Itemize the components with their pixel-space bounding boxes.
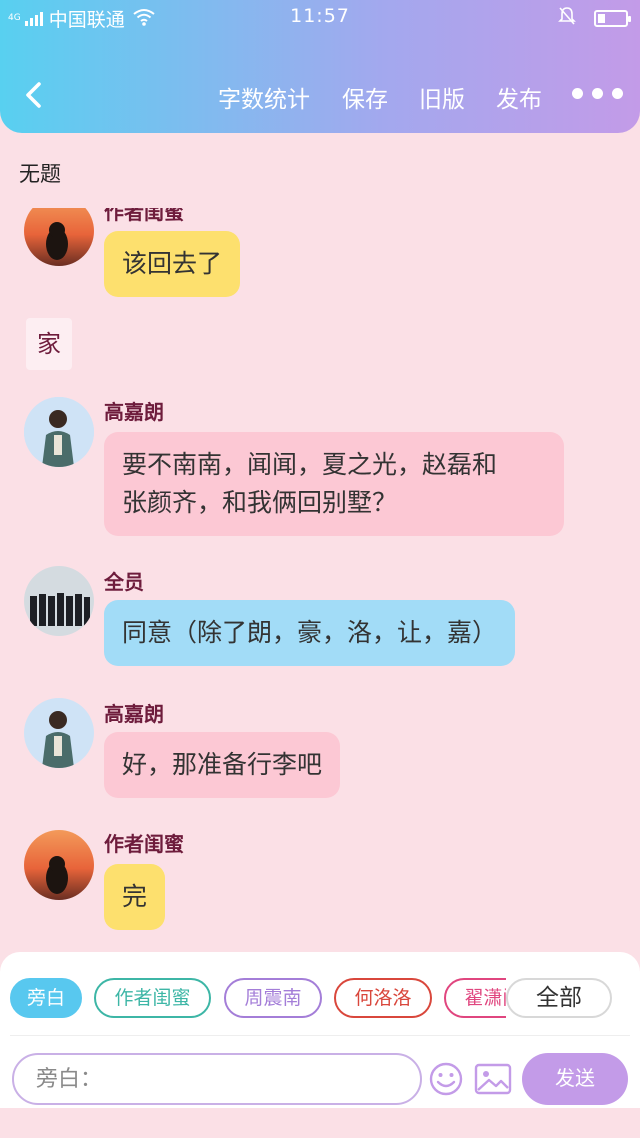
message-bubble: 好，那准备行李吧 [104,732,341,798]
app-header: 4G 中国联通 11:57 字数统计 保存 旧版 发布 [0,0,640,133]
role-chip[interactable]: 周震南 [224,978,322,1018]
word-count-button[interactable]: 字数统计 [218,80,310,114]
avatar-all-members[interactable] [24,566,94,636]
role-chip[interactable]: 何洛洛 [334,978,432,1018]
chevron-left-icon [26,82,41,108]
save-button[interactable]: 保存 [342,80,388,114]
message-bubble: 完 [104,864,166,930]
image-icon[interactable] [474,1063,512,1095]
avatar-gao-jialang[interactable] [24,397,94,467]
page-title: 无题 [19,162,61,186]
status-bar: 4G 中国联通 11:57 [0,0,640,34]
message-line: 要不南南，闻闻，夏之光，赵磊和 [122,450,498,479]
all-roles-button[interactable]: 全部 [506,978,612,1018]
battery-level [598,13,605,23]
role-chip[interactable]: 作者闺蜜 [94,978,211,1018]
avatar-author-friend[interactable] [24,208,94,266]
back-button[interactable] [20,80,46,110]
message-bubble: 同意（除了朗，豪，洛，让，嘉） [104,600,516,666]
composer-panel: 旁白 作者闺蜜 周震南 何洛洛 翟潇闻 全部 发送 [0,952,640,1108]
message-line: 张颜齐，和我俩回别墅？ [122,488,398,517]
role-chip[interactable]: 翟潇闻 [444,978,506,1018]
status-time: 11:57 [290,5,350,27]
message-sender: 作者闺蜜 [104,208,184,224]
battery-icon [594,9,631,27]
old-version-button[interactable]: 旧版 [419,80,465,114]
send-button[interactable]: 发送 [522,1053,628,1105]
message-input[interactable] [12,1053,422,1105]
avatar-gao-jialang[interactable] [24,698,94,768]
publish-button[interactable]: 发布 [496,80,542,114]
avatar-author-friend[interactable] [24,830,94,900]
scene-marker: 家 [26,318,72,370]
message-sender: 高嘉朗 [104,400,164,424]
smiley-icon[interactable] [428,1061,464,1097]
message-sender: 高嘉朗 [104,702,164,726]
role-chip-narrator[interactable]: 旁白 [10,978,82,1018]
message-bubble: 要不南南，闻闻，夏之光，赵磊和 张颜齐，和我俩回别墅？ [104,432,564,536]
more-dots-icon[interactable] [572,88,623,99]
message-sender: 作者闺蜜 [104,832,184,856]
bell-muted-icon [558,6,576,30]
role-selector[interactable]: 旁白 作者闺蜜 周震南 何洛洛 翟潇闻 [0,976,506,1020]
message-bubble: 该回去了 [104,231,241,297]
message-sender: 全员 [104,570,144,594]
chat-area[interactable]: 作者闺蜜 该回去了 家 高嘉朗 要不南南，闻闻，夏之光，赵磊和 张颜齐，和我俩回… [0,208,640,948]
divider [10,1035,630,1036]
